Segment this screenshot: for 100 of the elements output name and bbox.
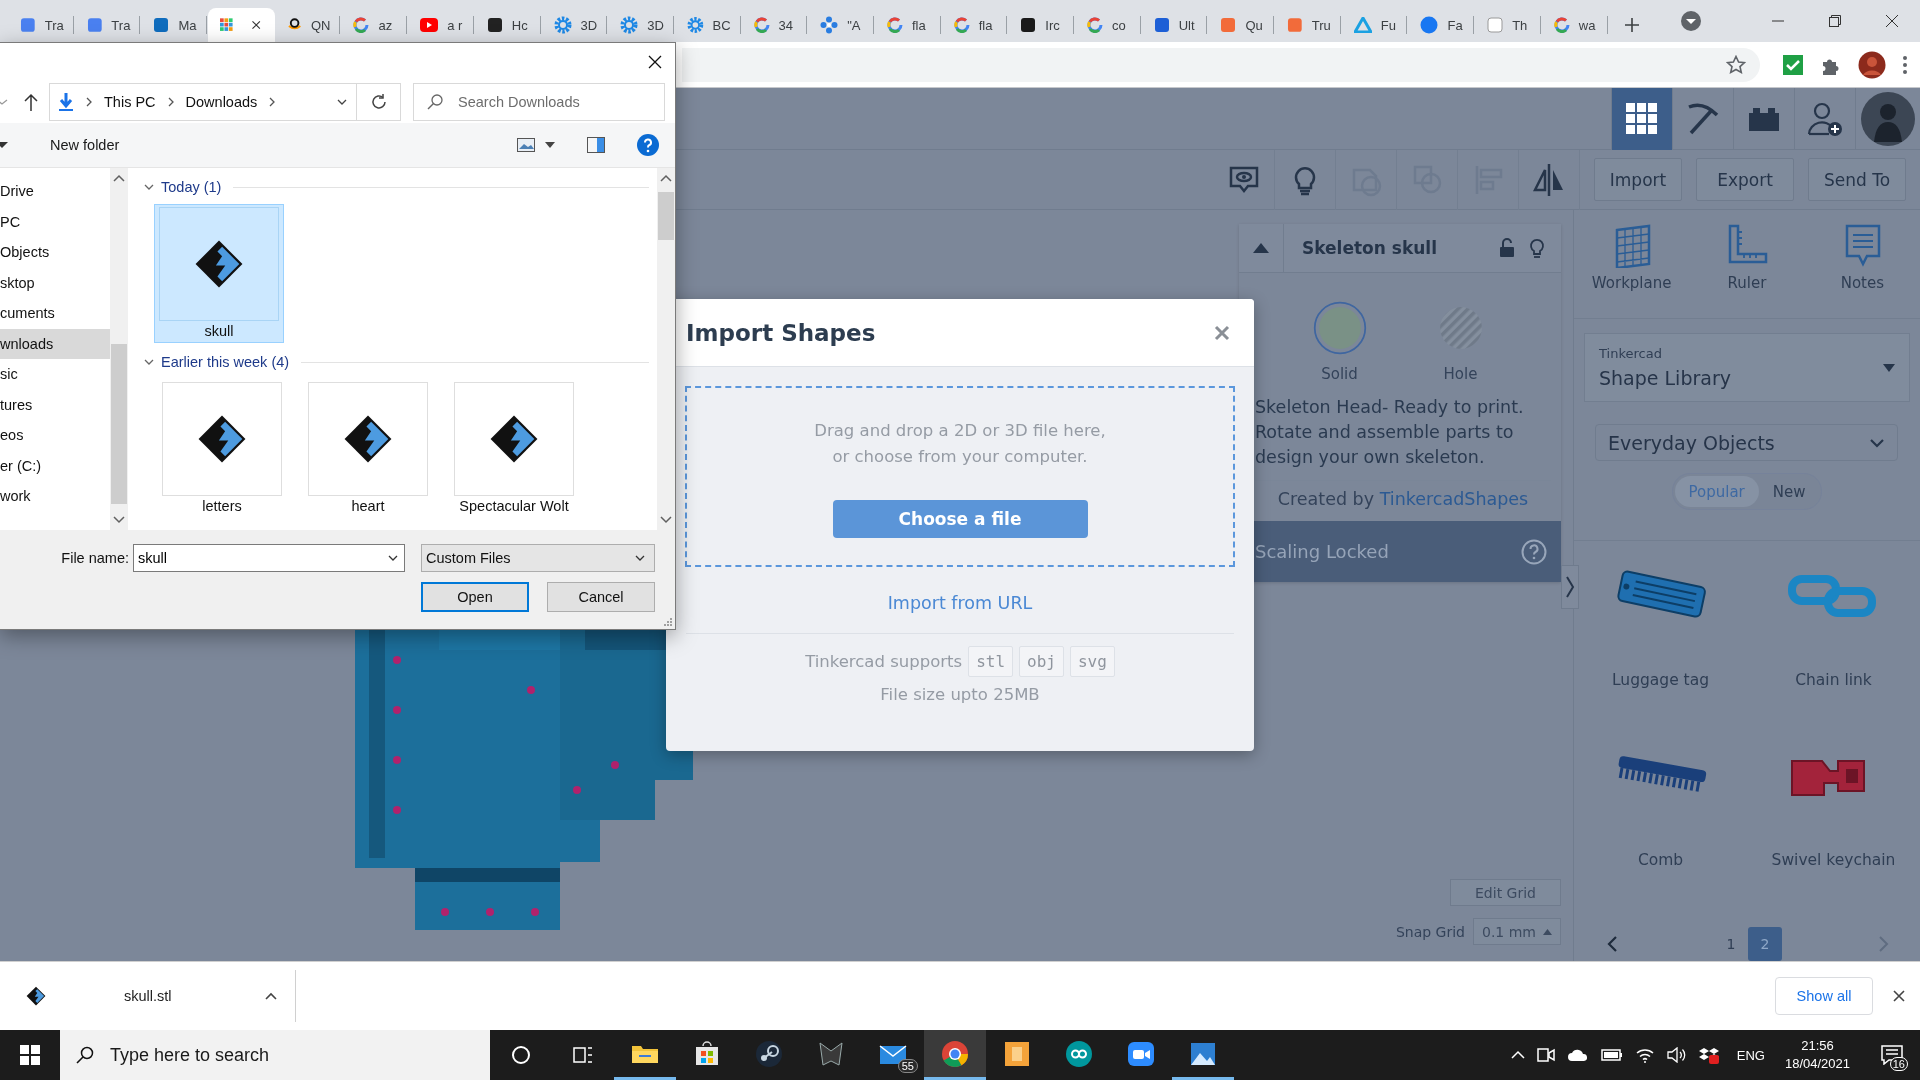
- wifi-icon[interactable]: [1634, 1047, 1655, 1063]
- dropdown-icon[interactable]: [1679, 10, 1702, 32]
- browser-tab[interactable]: Tra: [8, 8, 75, 42]
- nav-item[interactable]: sktop: [0, 267, 110, 298]
- action-button[interactable]: Send To: [1808, 158, 1906, 201]
- browser-tab[interactable]: Irc: [1008, 8, 1075, 42]
- mirror-icon[interactable]: [1532, 161, 1566, 198]
- file-type-select[interactable]: Custom Files: [421, 544, 655, 572]
- taskbar-app[interactable]: [924, 1030, 986, 1080]
- help-icon[interactable]: [1521, 538, 1547, 565]
- cloud-icon[interactable]: [1566, 1048, 1589, 1062]
- help-icon[interactable]: [637, 134, 659, 156]
- plus-icon[interactable]: [1623, 17, 1640, 33]
- browser-tab[interactable]: Qu: [1208, 8, 1276, 42]
- nav-item[interactable]: Drive: [0, 176, 110, 207]
- group-header[interactable]: Earlier this week (4): [161, 354, 290, 370]
- action-button[interactable]: Import: [1594, 158, 1682, 201]
- windows-icon[interactable]: [20, 1045, 40, 1065]
- taskbar-search-field[interactable]: Type here to search: [60, 1030, 490, 1080]
- group-header[interactable]: Today (1): [161, 179, 222, 195]
- nav-item[interactable]: work: [0, 481, 110, 512]
- browser-tab[interactable]: 34: [741, 8, 809, 42]
- nav-item[interactable]: Objects: [0, 237, 110, 268]
- pane-icon[interactable]: [587, 137, 605, 153]
- dialog-button[interactable]: Cancel: [547, 582, 655, 612]
- browser-tab[interactable]: BC: [674, 8, 742, 42]
- nav-tab[interactable]: [1611, 88, 1672, 150]
- browser-tab[interactable]: fla: [941, 8, 1009, 42]
- file-name-field[interactable]: skull: [133, 544, 405, 572]
- language-indicator[interactable]: ENG: [1736, 1047, 1765, 1063]
- browser-tab[interactable]: Fa: [1408, 8, 1476, 42]
- lightbulb-icon[interactable]: [1529, 237, 1545, 259]
- check-icon[interactable]: [1782, 53, 1804, 76]
- chevron-left-icon[interactable]: [1606, 935, 1618, 953]
- lock-icon[interactable]: [1499, 238, 1515, 258]
- nav-item[interactable]: eos: [0, 420, 110, 451]
- star-icon[interactable]: [1726, 54, 1746, 75]
- browser-tab[interactable]: Ult: [1141, 8, 1209, 42]
- box-icon[interactable]: [1698, 1046, 1719, 1064]
- avatar-icon[interactable]: [1858, 50, 1886, 79]
- browser-tab[interactable]: Fu: [1341, 8, 1409, 42]
- collapse-icon[interactable]: [1253, 243, 1269, 253]
- search-field[interactable]: Search Downloads: [413, 83, 665, 121]
- close-icon[interactable]: [1893, 990, 1905, 1002]
- nav-item[interactable]: PC: [0, 206, 110, 237]
- menu-icon[interactable]: [1902, 54, 1908, 75]
- view-icon[interactable]: [517, 138, 535, 152]
- close-icon[interactable]: [1885, 15, 1898, 27]
- scrollbar[interactable]: [657, 168, 675, 530]
- library-dropdown[interactable]: Tinkercad Shape Library: [1584, 333, 1910, 403]
- dialog-button[interactable]: Open: [421, 582, 529, 612]
- circle-icon[interactable]: [511, 1045, 531, 1065]
- file-item[interactable]: skull: [154, 204, 284, 343]
- clock-date[interactable]: 18/04/2021: [1784, 1055, 1850, 1073]
- caret-down-icon[interactable]: [545, 142, 555, 148]
- video-icon[interactable]: [1536, 1047, 1555, 1063]
- browser-tab[interactable]: 3D: [541, 8, 609, 42]
- clock-time[interactable]: 21:56: [1801, 1037, 1834, 1055]
- resize-grip-icon[interactable]: [663, 617, 673, 627]
- browser-tab[interactable]: fla: [874, 8, 942, 42]
- browser-tab[interactable]: az: [341, 8, 409, 42]
- chevron-up-icon[interactable]: [1510, 1050, 1525, 1060]
- caret-down-icon[interactable]: [0, 142, 8, 148]
- browser-tab[interactable]: "A: [808, 8, 875, 42]
- close-icon[interactable]: [648, 55, 662, 69]
- action-button[interactable]: Export: [1696, 158, 1794, 201]
- caret-up-icon[interactable]: [264, 991, 278, 1001]
- add-user-icon[interactable]: [1806, 100, 1844, 138]
- browser-tab[interactable]: Hc: [474, 8, 542, 42]
- nav-item[interactable]: tures: [0, 389, 110, 420]
- taskbar-app[interactable]: 55: [862, 1030, 924, 1080]
- up-arrow-icon[interactable]: [24, 93, 38, 111]
- new-folder-button[interactable]: New folder: [50, 137, 120, 153]
- show-all-button[interactable]: Show all: [1775, 977, 1873, 1015]
- battery-icon[interactable]: [1600, 1049, 1623, 1061]
- browser-tab[interactable]: Ma: [141, 8, 209, 42]
- browser-tab[interactable]: a r: [408, 8, 475, 42]
- avatar-icon[interactable]: [1861, 92, 1915, 146]
- close-icon[interactable]: [251, 18, 262, 32]
- browser-tab[interactable]: wa: [1541, 8, 1609, 42]
- breadcrumb-item[interactable]: Downloads: [185, 94, 258, 110]
- nav-item[interactable]: sic: [0, 359, 110, 390]
- browser-tab[interactable]: Th: [1475, 8, 1542, 42]
- address-field[interactable]: This PC Downloads: [49, 83, 357, 121]
- nav-item[interactable]: wnloads: [0, 328, 110, 359]
- nav-item[interactable]: cuments: [0, 298, 110, 329]
- chevron-right-icon[interactable]: [1561, 565, 1579, 609]
- browser-tab[interactable]: Tru: [1275, 8, 1342, 42]
- refresh-icon[interactable]: [369, 93, 388, 111]
- browser-tab[interactable]: QN: [274, 8, 342, 42]
- breadcrumb-item[interactable]: This PC: [104, 94, 156, 110]
- task-view-icon[interactable]: [573, 1045, 593, 1065]
- browser-tab[interactable]: co: [1075, 8, 1142, 42]
- scrollbar[interactable]: [110, 168, 128, 530]
- download-file-name[interactable]: skull.stl: [124, 988, 264, 1004]
- nav-item[interactable]: er (C:): [0, 450, 110, 481]
- browser-tab[interactable]: 3D: [608, 8, 675, 42]
- browser-tab[interactable]: Tra: [74, 8, 142, 42]
- speaker-icon[interactable]: [1666, 1047, 1687, 1063]
- restore-icon[interactable]: [1828, 15, 1841, 27]
